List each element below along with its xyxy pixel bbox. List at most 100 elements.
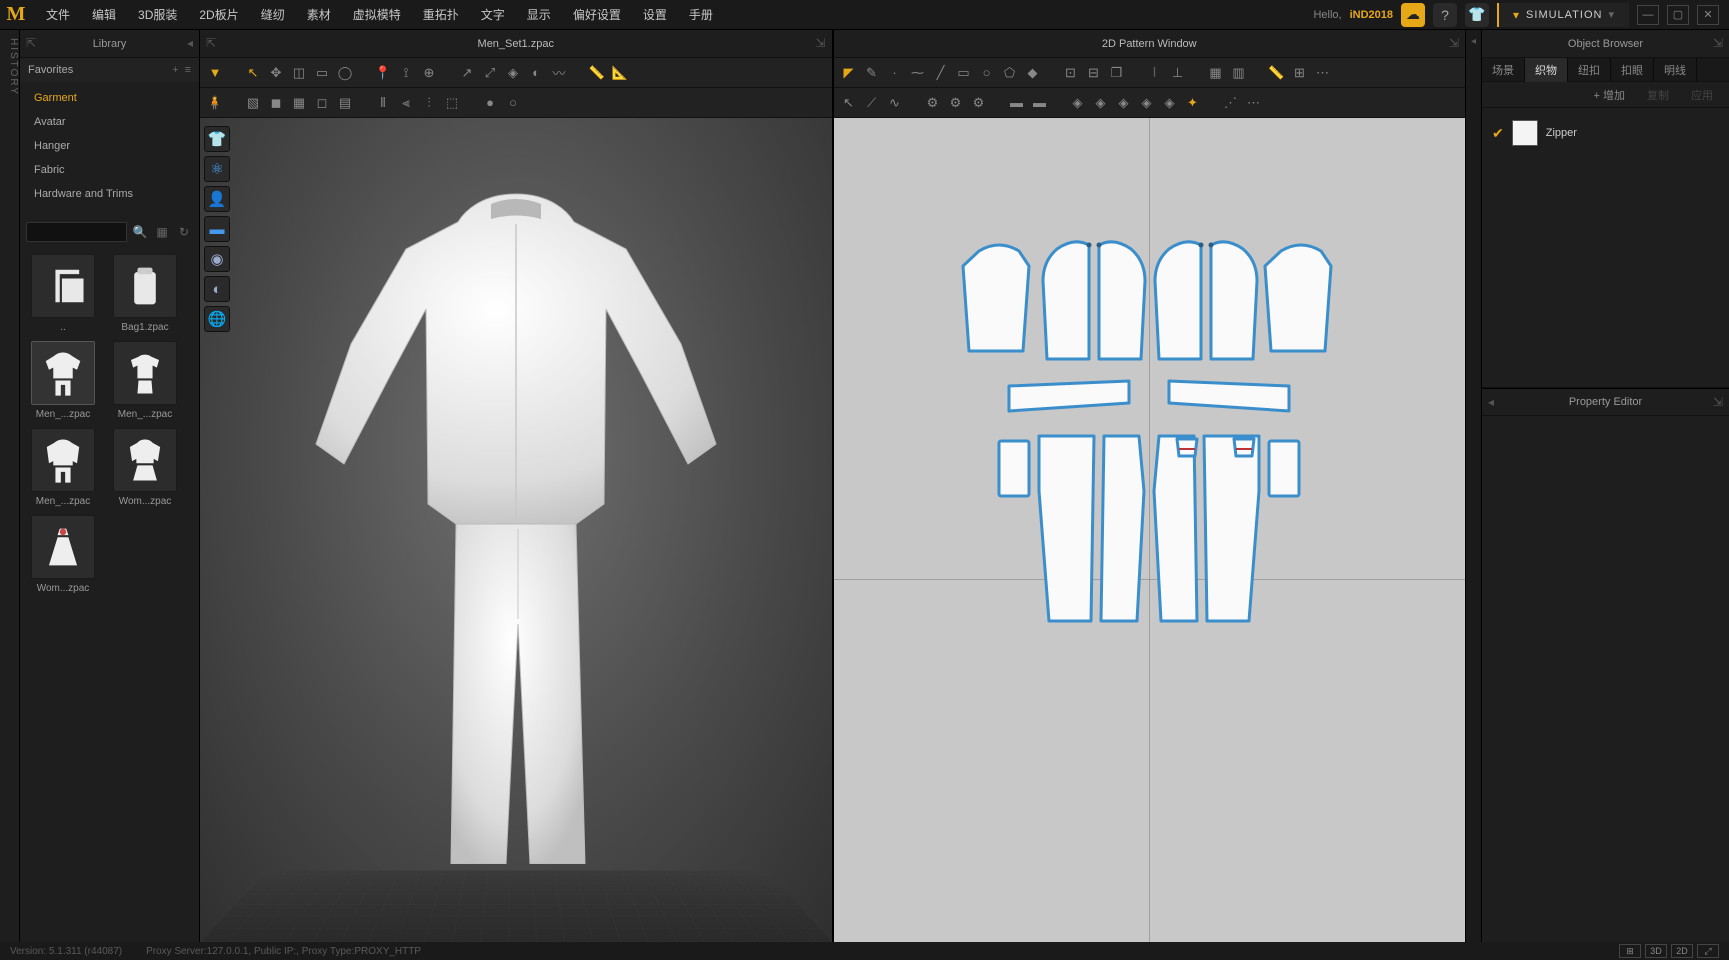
object-browser-undock-icon[interactable]: ⇲ [1713, 36, 1723, 50]
vp2d-expand-icon[interactable]: ⇲ [1449, 36, 1459, 50]
pattern-grid-icon[interactable]: ▦ [1205, 62, 1227, 84]
menu-2d-pattern[interactable]: 2D板片 [189, 0, 248, 29]
lib-cat-garment[interactable]: Garment [20, 86, 199, 110]
menu-retopo[interactable]: 重拓扑 [413, 0, 469, 29]
view-world-icon[interactable]: 🌐 [204, 306, 230, 332]
ob-apply-button[interactable]: 应用 [1683, 85, 1721, 105]
tool-lasso-icon[interactable]: ◯ [334, 62, 356, 84]
tool-tack-icon[interactable]: ⟟ [395, 62, 417, 84]
view-avatar-icon[interactable]: 👤 [204, 186, 230, 212]
menu-avatar[interactable]: 虚拟模特 [343, 0, 411, 29]
window-close-icon[interactable]: ✕ [1697, 5, 1719, 25]
arrange-icon[interactable]: ⫴ [372, 92, 394, 114]
tool-fold-icon[interactable]: ◐ [525, 62, 547, 84]
sew-machine3-icon[interactable]: ⚙ [968, 92, 990, 114]
arrange3-icon[interactable]: ⫶ [418, 92, 440, 114]
pattern-more-icon[interactable]: ⋯ [1312, 62, 1334, 84]
lib-cat-avatar[interactable]: Avatar [20, 110, 199, 134]
tool-attach-icon[interactable]: ⊕ [418, 62, 440, 84]
pattern-curve-icon[interactable]: ⁓ [907, 62, 929, 84]
ob-tab-topstitch[interactable]: 明线 [1654, 58, 1697, 82]
user-name[interactable]: iND2018 [1350, 9, 1393, 21]
texture-surface-icon[interactable]: ▧ [242, 92, 264, 114]
tool-move-icon[interactable]: ✥ [265, 62, 287, 84]
favorites-add-icon[interactable]: + [172, 64, 178, 76]
lib-thumb-bag[interactable]: Bag1.zpac [108, 254, 182, 333]
arrange4-icon[interactable]: ⬚ [441, 92, 463, 114]
cloud-sync-icon[interactable]: ☁ [1401, 3, 1425, 27]
tool-tape-icon[interactable]: 📐 [609, 62, 631, 84]
menu-preferences[interactable]: 偏好设置 [563, 0, 631, 29]
fabric5-icon[interactable]: ◈ [1159, 92, 1181, 114]
favorites-header[interactable]: Favorites +≡ [20, 58, 199, 82]
pattern-rect-icon[interactable]: ▭ [953, 62, 975, 84]
search-icon[interactable]: 🔍 [131, 223, 149, 241]
tool-pin-icon[interactable]: 📍 [372, 62, 394, 84]
lib-cat-fabric[interactable]: Fabric [20, 158, 199, 182]
tool-shape-icon[interactable]: ◈ [502, 62, 524, 84]
pattern-line-icon[interactable]: ╱ [930, 62, 952, 84]
favorites-menu-icon[interactable]: ≡ [185, 64, 191, 76]
texture-trans-icon[interactable]: ◻ [311, 92, 333, 114]
check-icon[interactable]: ✔ [1492, 125, 1504, 142]
topstitch-more-icon[interactable]: ⋯ [1243, 92, 1265, 114]
pattern-dart-icon[interactable]: ◆ [1022, 62, 1044, 84]
topstitch-icon[interactable]: ⋰ [1220, 92, 1242, 114]
property-editor-undock-icon[interactable]: ⇲ [1713, 395, 1723, 409]
sew-machine2-icon[interactable]: ⚙ [945, 92, 967, 114]
ob-tab-button[interactable]: 纽扣 [1568, 58, 1611, 82]
fabric1-icon[interactable]: ◈ [1067, 92, 1089, 114]
view-layout-button[interactable]: ⊞ [1619, 944, 1641, 958]
ob-tab-buttonhole[interactable]: 扣眼 [1611, 58, 1654, 82]
arrange2-icon[interactable]: ⫷ [395, 92, 417, 114]
view-2d-button[interactable]: 2D [1671, 944, 1693, 958]
pattern-ruler-icon[interactable]: 📏 [1266, 62, 1288, 84]
view-render-icon[interactable]: ▬ [204, 216, 230, 242]
window-minimize-icon[interactable]: — [1637, 5, 1659, 25]
vp3d-undock-icon[interactable]: ⇱ [206, 36, 216, 50]
iron2-icon[interactable]: ▬ [1029, 92, 1051, 114]
shirt-icon[interactable]: 👕 [1465, 3, 1489, 27]
pattern-copy-icon[interactable]: ❐ [1106, 62, 1128, 84]
view-light-icon[interactable]: ◐ [204, 276, 230, 302]
library-view-icon[interactable]: ▦ [153, 223, 171, 241]
view-garment-icon[interactable]: 👕 [204, 126, 230, 152]
lib-thumb-women-2[interactable]: Wom...zpac [26, 515, 100, 594]
pattern-poly-icon[interactable]: ⬠ [999, 62, 1021, 84]
tool-measure-icon[interactable]: 📏 [586, 62, 608, 84]
sew-select-icon[interactable]: ↖ [838, 92, 860, 114]
pattern-circle-icon[interactable]: ○ [976, 62, 998, 84]
pattern-grid3-icon[interactable]: ⊞ [1289, 62, 1311, 84]
lib-cat-hardware[interactable]: Hardware and Trims [20, 182, 199, 206]
menu-manual[interactable]: 手册 [679, 0, 723, 29]
menu-text[interactable]: 文字 [471, 0, 515, 29]
property-editor-collapse-icon[interactable]: ◂ [1488, 395, 1494, 409]
fabric2-icon[interactable]: ◈ [1090, 92, 1112, 114]
button-tool-icon[interactable]: ● [479, 92, 501, 114]
tool-box-select-icon[interactable]: ▭ [311, 62, 333, 84]
tool-simulate-icon[interactable]: ▼ [204, 62, 226, 84]
tool-mesh-select-icon[interactable]: ◫ [288, 62, 310, 84]
ob-item-zipper[interactable]: ✔ Zipper [1490, 116, 1721, 150]
menu-settings[interactable]: 设置 [633, 0, 677, 29]
view-camera-icon[interactable]: ◉ [204, 246, 230, 272]
help-icon[interactable]: ? [1433, 3, 1457, 27]
fabric-highlight-icon[interactable]: ✦ [1182, 92, 1204, 114]
lib-thumb-women-1[interactable]: Wom...zpac [108, 428, 182, 507]
history-tab[interactable]: HISTORY [8, 38, 19, 942]
ob-tab-scene[interactable]: 场景 [1482, 58, 1525, 82]
pattern-notch-icon[interactable]: ⊥ [1167, 62, 1189, 84]
avatar-show-icon[interactable]: 🧍 [204, 92, 226, 114]
pattern-point-icon[interactable]: · [884, 62, 906, 84]
menu-3d-garment[interactable]: 3D服装 [128, 0, 187, 29]
pattern-internal-icon[interactable]: ⊡ [1060, 62, 1082, 84]
lib-thumb-up[interactable]: .. [26, 254, 100, 333]
library-refresh-icon[interactable]: ↻ [175, 223, 193, 241]
pattern-edit-icon[interactable]: ✎ [861, 62, 883, 84]
view-3d-button[interactable]: 3D [1645, 944, 1667, 958]
vp3d-expand-icon[interactable]: ⇲ [815, 36, 825, 50]
simulation-mode-button[interactable]: ▾SIMULATION▾ [1497, 3, 1629, 27]
tool-crease-icon[interactable]: 〰 [548, 62, 570, 84]
library-search-input[interactable] [26, 222, 127, 242]
menu-display[interactable]: 显示 [517, 0, 561, 29]
